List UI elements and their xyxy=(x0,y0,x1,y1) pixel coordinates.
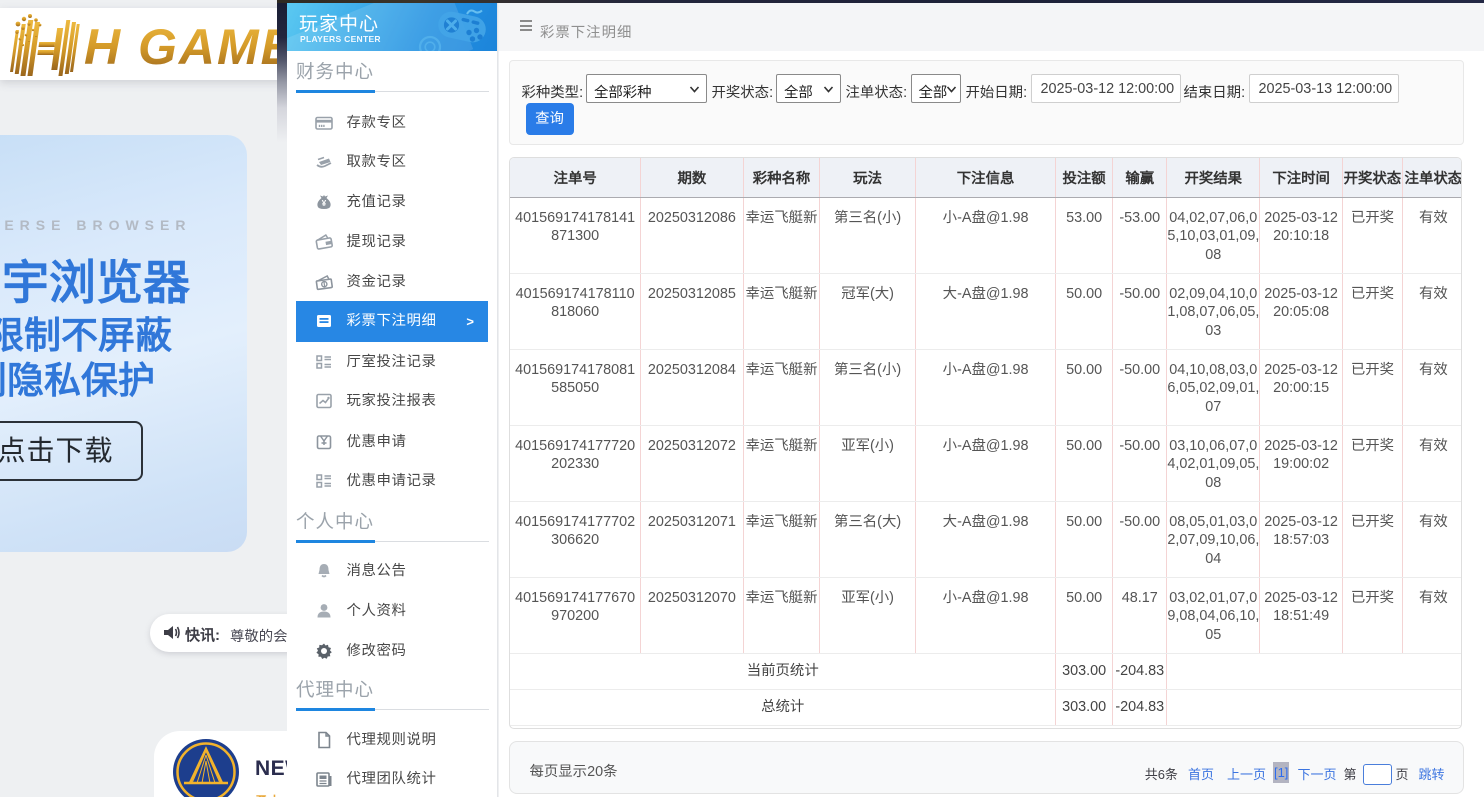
svg-text:¥: ¥ xyxy=(322,199,327,208)
svg-text:H GAME: H GAME xyxy=(84,19,287,75)
